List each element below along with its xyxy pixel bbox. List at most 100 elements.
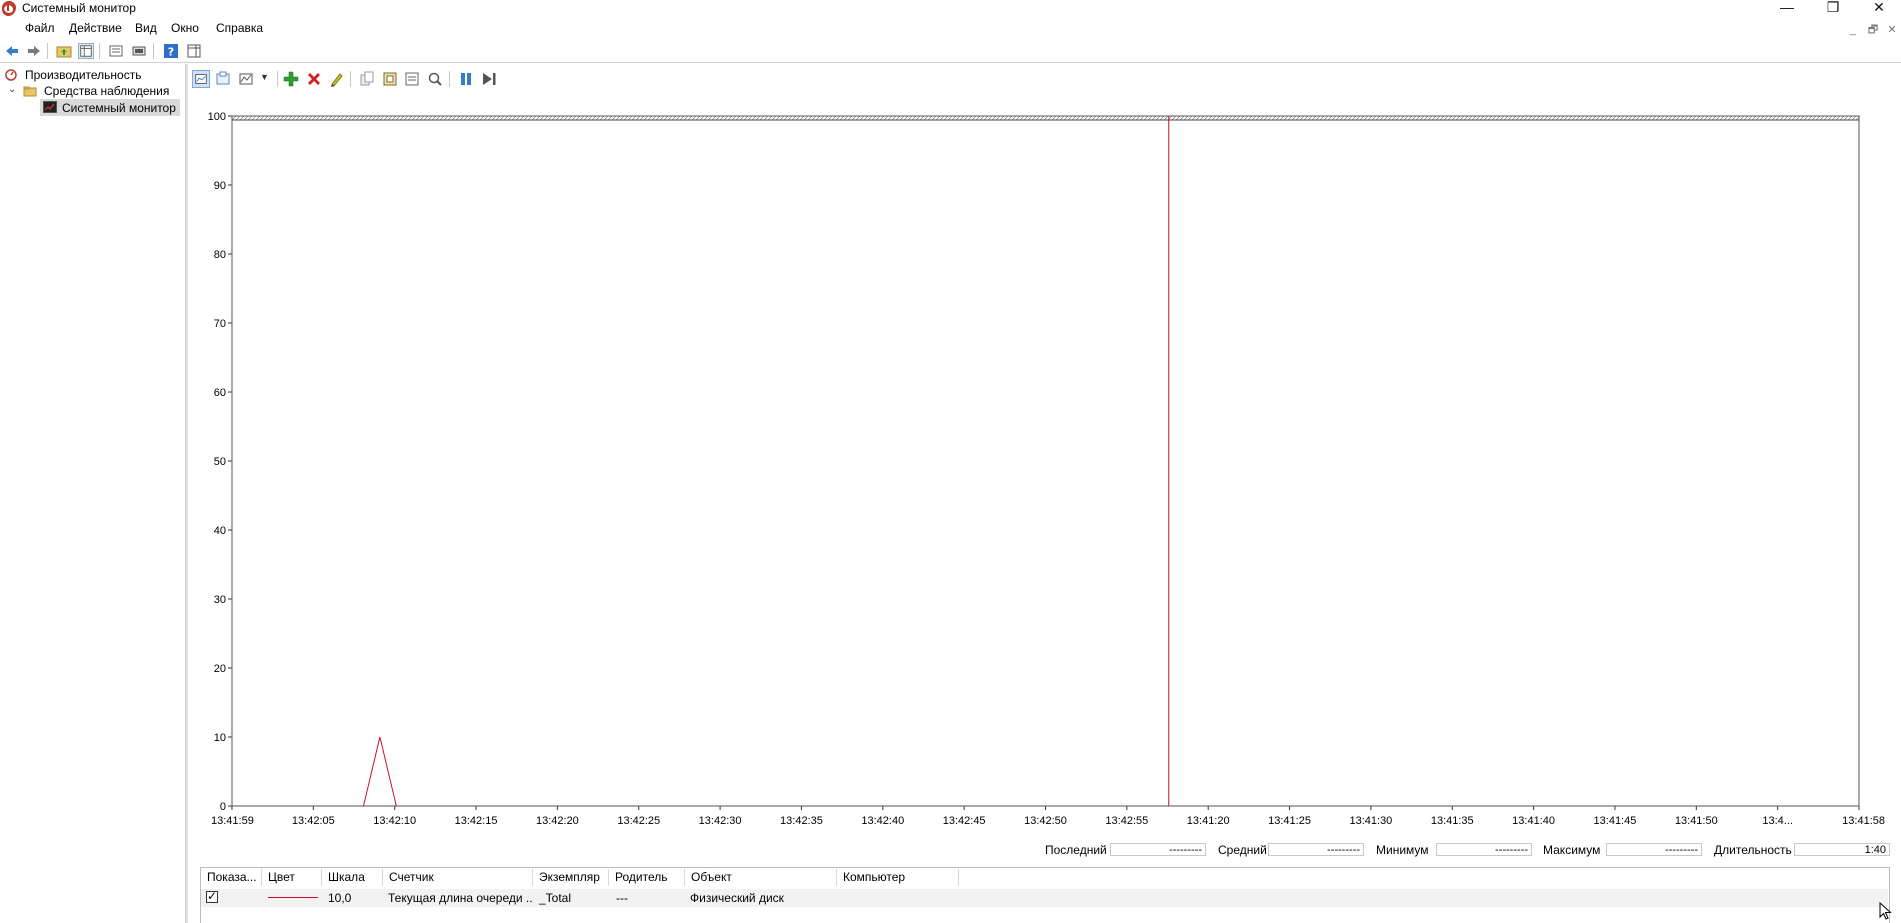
y-tick-label: 20 bbox=[214, 663, 226, 675]
x-tick-label: 13:41:45 bbox=[1594, 815, 1637, 827]
menu-view[interactable]: Вид bbox=[135, 21, 157, 35]
x-tick-label: 13:41:35 bbox=[1431, 815, 1474, 827]
y-tick-label: 60 bbox=[214, 387, 226, 399]
legend-header-scale[interactable]: Шкала bbox=[322, 869, 383, 886]
minimize-button[interactable]: — bbox=[1764, 0, 1810, 16]
stat-max-value: --------- bbox=[1606, 843, 1702, 856]
legend-cell-instance: _Total bbox=[539, 891, 572, 905]
add-counter-icon[interactable] bbox=[282, 70, 300, 88]
stat-avg-label: Средний bbox=[1218, 843, 1267, 857]
up-folder-icon[interactable] bbox=[56, 43, 72, 59]
mdi-minimize-button[interactable]: _ bbox=[1844, 23, 1862, 37]
toolbar-separator bbox=[153, 43, 154, 59]
x-tick-label: 13:41:30 bbox=[1349, 815, 1392, 827]
legend-cell-computer bbox=[843, 891, 953, 905]
mdi-restore-button[interactable]: 🗗 bbox=[1864, 23, 1882, 37]
tree-expand-chevron-icon[interactable]: ⌄ bbox=[8, 84, 16, 95]
legend-header-show[interactable]: Показа... bbox=[201, 869, 262, 886]
legend-header-instance[interactable]: Экземпляр bbox=[533, 869, 609, 886]
x-tick-label: 13:41:59 bbox=[211, 815, 254, 827]
x-tick-label: 13:41:50 bbox=[1675, 815, 1718, 827]
stat-duration-label: Длительность bbox=[1714, 843, 1792, 857]
legend-header-computer[interactable]: Компьютер bbox=[837, 869, 959, 886]
stat-last-value: --------- bbox=[1110, 843, 1206, 856]
folder-icon bbox=[23, 86, 37, 97]
stat-max-label: Максимум bbox=[1543, 843, 1601, 857]
x-tick-label: 13:41:40 bbox=[1512, 815, 1555, 827]
mouse-cursor-icon bbox=[1879, 902, 1892, 920]
graph-type-dropdown-arrow-icon[interactable]: ▼ bbox=[260, 72, 269, 82]
legend-cell-scale: 10,0 bbox=[328, 891, 352, 905]
toolbar-divider bbox=[0, 62, 1901, 63]
delete-counter-icon[interactable] bbox=[305, 70, 323, 88]
highlight-pen-icon[interactable] bbox=[328, 70, 346, 88]
legend-header-color[interactable]: Цвет bbox=[262, 869, 322, 886]
menu-file[interactable]: Файл bbox=[25, 21, 55, 35]
stat-min-label: Минимум bbox=[1376, 843, 1429, 857]
stat-duration-value: 1:40 bbox=[1794, 843, 1890, 856]
x-tick-label: 13:42:25 bbox=[617, 815, 660, 827]
tree-item-performance[interactable]: Производительность bbox=[25, 68, 141, 82]
view-log-data-icon[interactable] bbox=[214, 70, 232, 88]
x-tick-label: 13:42:10 bbox=[373, 815, 416, 827]
legend-cell-parent: --- bbox=[616, 891, 628, 905]
tree-item-system-monitor[interactable]: Системный монитор bbox=[62, 101, 176, 115]
legend-cell-counter: Текущая длина очереди ... bbox=[388, 891, 533, 905]
change-graph-type-icon[interactable] bbox=[237, 70, 255, 88]
properties-icon[interactable] bbox=[131, 43, 147, 59]
system-menu-icon[interactable] bbox=[2, 3, 15, 16]
plot-area bbox=[231, 115, 1860, 807]
y-axis: 0 10 20 30 40 50 60 70 80 90 100 bbox=[208, 111, 232, 813]
x-tick-label: 13:42:40 bbox=[861, 815, 904, 827]
back-arrow-icon[interactable] bbox=[4, 43, 20, 59]
tree-item-monitoring-tools[interactable]: Средства наблюдения bbox=[44, 84, 169, 98]
y-tick-label: 10 bbox=[214, 732, 226, 744]
y-tick-label: 30 bbox=[214, 594, 226, 606]
show-hide-action-pane-icon[interactable] bbox=[186, 43, 202, 59]
system-monitor-icon bbox=[43, 101, 57, 113]
x-tick-label: 13:41:25 bbox=[1268, 815, 1311, 827]
copy-properties-icon[interactable] bbox=[358, 70, 376, 88]
update-data-step-icon[interactable] bbox=[480, 70, 498, 88]
close-button[interactable]: ✕ bbox=[1856, 0, 1901, 16]
pane-splitter[interactable] bbox=[185, 64, 188, 923]
legend-header-counter[interactable]: Счетчик bbox=[383, 869, 533, 886]
main-toolbar bbox=[0, 42, 1901, 60]
properties-dialog-icon[interactable] bbox=[403, 70, 421, 88]
toolbar-separator bbox=[350, 71, 351, 87]
menu-window[interactable]: Окно bbox=[171, 21, 199, 35]
restore-button[interactable]: ❐ bbox=[1810, 0, 1856, 16]
x-tick-label: 13:41:58 bbox=[1842, 815, 1885, 827]
monitor-toolbar bbox=[189, 68, 1901, 90]
toolbar-separator bbox=[277, 71, 278, 87]
freeze-display-pause-icon[interactable] bbox=[457, 70, 475, 88]
stat-avg-value: --------- bbox=[1268, 843, 1364, 856]
mdi-close-button[interactable]: ✕ bbox=[1883, 23, 1901, 37]
forward-arrow-icon[interactable] bbox=[26, 43, 42, 59]
svg-text:?: ? bbox=[168, 46, 174, 59]
console-tree bbox=[0, 64, 184, 923]
show-hide-console-tree-icon[interactable] bbox=[78, 43, 94, 59]
view-current-activity-icon[interactable] bbox=[192, 70, 210, 88]
toolbar-separator bbox=[47, 43, 48, 59]
legend-show-checkbox[interactable] bbox=[206, 889, 218, 903]
x-tick-label: 13:42:50 bbox=[1024, 815, 1067, 827]
x-tick-label: 13:42:30 bbox=[699, 815, 742, 827]
x-axis: 13:41:59 13:42:05 13:42:10 13:42:15 13:42:20… bbox=[211, 806, 1885, 827]
export-list-icon[interactable] bbox=[108, 43, 124, 59]
legend-header-parent[interactable]: Родитель bbox=[609, 869, 685, 886]
x-tick-label: 13:42:15 bbox=[455, 815, 498, 827]
menu-bar bbox=[0, 19, 1901, 39]
help-icon[interactable]: ? bbox=[163, 43, 179, 59]
menu-action[interactable]: Действие bbox=[69, 21, 122, 35]
paste-counter-list-icon[interactable] bbox=[381, 70, 399, 88]
legend-color-swatch bbox=[268, 897, 318, 898]
legend-header-object[interactable]: Объект bbox=[685, 869, 837, 886]
window-title: Системный монитор bbox=[22, 1, 136, 15]
zoom-magnifier-icon[interactable] bbox=[426, 70, 444, 88]
stat-last-label: Последний bbox=[1045, 843, 1107, 857]
legend-cell-object: Физический диск bbox=[690, 891, 784, 905]
performance-graph[interactable]: 0102030405060708090100 13:41:59 13:42:05 1… bbox=[189, 108, 1901, 828]
menu-help[interactable]: Справка bbox=[216, 21, 263, 35]
toolbar-separator bbox=[449, 71, 450, 87]
